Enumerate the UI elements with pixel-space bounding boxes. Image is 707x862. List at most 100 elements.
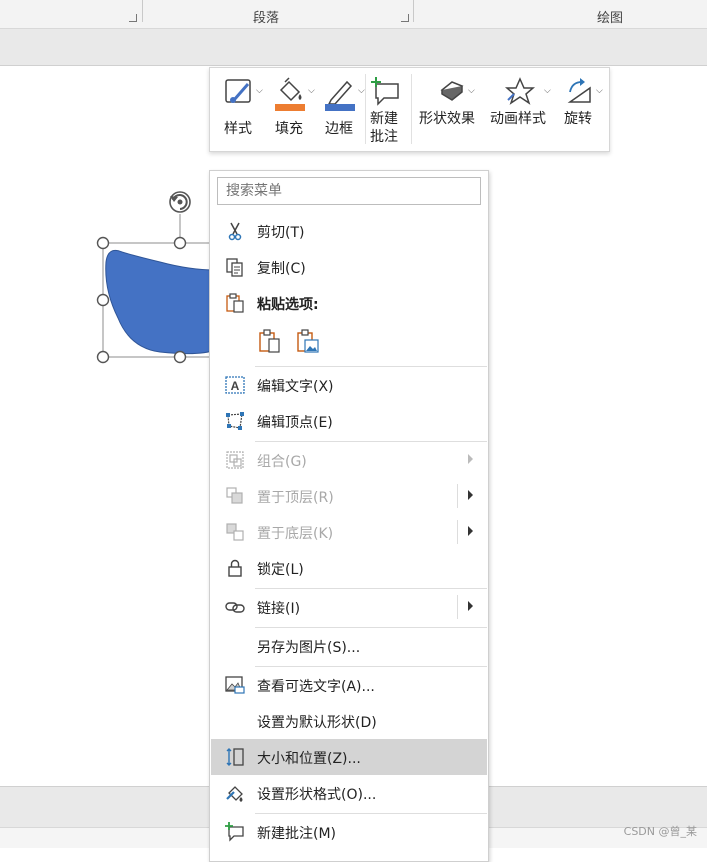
menu-item-cut[interactable]: 剪切(T) bbox=[211, 213, 487, 249]
size-position-icon bbox=[226, 748, 244, 766]
new-comment-label-line2: 批注 bbox=[370, 129, 398, 145]
paste-keep-source-button[interactable] bbox=[258, 329, 282, 355]
group-icon bbox=[226, 451, 244, 469]
ribbon-separator bbox=[413, 0, 414, 22]
new-comment-label-line1: 新建 bbox=[370, 111, 398, 127]
alt-text-icon bbox=[225, 676, 245, 694]
edit-text-icon: A bbox=[225, 376, 245, 394]
menu-item-label: 置于顶层(R) bbox=[257, 490, 334, 506]
pen-outline-icon bbox=[325, 80, 355, 111]
menu-item-label: 设置为默认形状(D) bbox=[257, 715, 377, 731]
menu-item-alt-text[interactable]: 查看可选文字(A)... bbox=[211, 667, 487, 703]
shape-effects-icon bbox=[440, 81, 464, 101]
ribbon-group-paragraph-label: 段落 bbox=[253, 11, 280, 26]
border-button[interactable]: ⌵ 边框 bbox=[320, 74, 366, 144]
menu-item-label: 链接(I) bbox=[257, 601, 301, 617]
submenu-arrow-icon bbox=[468, 454, 473, 464]
split-separator bbox=[457, 520, 458, 544]
lock-icon bbox=[228, 559, 242, 577]
menu-item-copy[interactable]: 复制(C) bbox=[211, 249, 487, 285]
svg-text:A: A bbox=[231, 379, 240, 393]
paste-keep-source-icon bbox=[259, 329, 280, 353]
new-comment-icon bbox=[371, 77, 399, 106]
ribbon-separator bbox=[142, 0, 143, 22]
chevron-down-icon: ⌵ bbox=[468, 86, 475, 96]
style-button[interactable]: ⌵ 样式 bbox=[220, 74, 263, 144]
copy-icon bbox=[226, 258, 243, 277]
animation-star-icon bbox=[504, 77, 536, 105]
menu-item-link[interactable]: 链接(I) bbox=[211, 589, 487, 625]
toolbar-separator bbox=[411, 74, 412, 144]
animation-styles-label: 动画样式 bbox=[490, 111, 546, 127]
menu-item-label: 设置形状格式(O)... bbox=[257, 787, 377, 803]
menu-item-edit-points[interactable]: 编辑顶点(E) bbox=[211, 403, 487, 439]
format-shape-icon bbox=[226, 786, 243, 802]
font-dialog-launcher-icon[interactable] bbox=[126, 11, 138, 23]
paint-bucket-icon bbox=[275, 77, 305, 111]
selected-shape[interactable] bbox=[96, 186, 226, 366]
menu-item-label: 剪切(T) bbox=[257, 225, 305, 241]
menu-item-label: 组合(G) bbox=[257, 454, 307, 470]
resize-handle-left[interactable] bbox=[96, 293, 110, 307]
menu-item-send-to-back: 置于底层(K) bbox=[211, 514, 487, 550]
mini-toolbar: ⌵ 样式 ⌵ 填充 ⌵ 边框 新建 批注 ⌵ 形状效果 ⌵ 动画样式 ⌵ 旋转 bbox=[209, 67, 610, 152]
animation-styles-button[interactable]: ⌵ 动画样式 bbox=[488, 74, 554, 134]
paste-icon bbox=[226, 293, 244, 313]
menu-item-save-as-picture[interactable]: 另存为图片(S)... bbox=[211, 628, 487, 664]
resize-handle-top-left[interactable] bbox=[96, 236, 110, 250]
edit-points-icon bbox=[226, 412, 244, 430]
chevron-down-icon: ⌵ bbox=[544, 86, 551, 96]
resize-handle-top[interactable] bbox=[173, 236, 187, 250]
new-comment-icon bbox=[225, 822, 244, 842]
ribbon-band bbox=[0, 29, 707, 66]
ribbon-group-drawing-label: 绘图 bbox=[597, 11, 624, 26]
fill-button[interactable]: ⌵ 填充 bbox=[270, 74, 316, 144]
rotate-button[interactable]: ⌵ 旋转 bbox=[560, 74, 604, 134]
shape-style-icon bbox=[225, 79, 251, 103]
watermark: CSDN @曾_某 bbox=[623, 825, 697, 838]
paste-as-picture-button[interactable] bbox=[296, 329, 320, 355]
chevron-down-icon: ⌵ bbox=[308, 86, 315, 96]
menu-item-size-position[interactable]: 大小和位置(Z)... bbox=[211, 739, 487, 775]
scissors-icon bbox=[228, 222, 242, 241]
context-menu: 剪切(T) 复制(C) 粘贴选项: bbox=[209, 170, 489, 862]
bring-to-front-icon bbox=[226, 487, 243, 504]
menu-item-edit-text[interactable]: A 编辑文字(X) bbox=[211, 367, 487, 403]
submenu-arrow-icon[interactable] bbox=[468, 490, 473, 500]
rotate-label: 旋转 bbox=[564, 111, 592, 127]
menu-item-label: 大小和位置(Z)... bbox=[257, 751, 361, 767]
menu-item-bring-to-front: 置于顶层(R) bbox=[211, 478, 487, 514]
search-menu-input[interactable] bbox=[217, 177, 481, 205]
resize-handle-bottom[interactable] bbox=[173, 350, 187, 364]
shape-effects-label: 形状效果 bbox=[419, 111, 475, 127]
new-comment-button[interactable]: 新建 批注 bbox=[368, 74, 404, 148]
shape-effects-button[interactable]: ⌵ 形状效果 bbox=[418, 74, 482, 134]
submenu-arrow-icon[interactable] bbox=[468, 526, 473, 536]
resize-handle-bottom-left[interactable] bbox=[96, 350, 110, 364]
chevron-down-icon: ⌵ bbox=[358, 86, 365, 96]
menu-item-set-default-shape[interactable]: 设置为默认形状(D) bbox=[211, 703, 487, 739]
menu-item-paste-options: 粘贴选项: bbox=[211, 285, 487, 321]
border-button-label: 边框 bbox=[325, 121, 353, 137]
menu-item-label: 新建批注(M) bbox=[257, 826, 337, 842]
submenu-arrow-icon[interactable] bbox=[468, 601, 473, 611]
menu-item-label: 复制(C) bbox=[257, 261, 306, 277]
menu-item-label: 另存为图片(S)... bbox=[257, 640, 361, 656]
paste-as-picture-icon bbox=[297, 329, 319, 353]
chevron-down-icon: ⌵ bbox=[256, 86, 263, 96]
split-separator bbox=[457, 595, 458, 619]
shape-fill[interactable] bbox=[105, 249, 216, 355]
send-to-back-icon bbox=[226, 523, 244, 541]
menu-item-label: 编辑文字(X) bbox=[257, 379, 334, 395]
menu-item-label: 置于底层(K) bbox=[257, 526, 334, 542]
menu-item-group: 组合(G) bbox=[211, 442, 487, 478]
style-button-label: 样式 bbox=[224, 121, 252, 137]
rotate-handle-icon[interactable] bbox=[169, 191, 191, 213]
chevron-down-icon: ⌵ bbox=[596, 86, 603, 96]
link-icon bbox=[225, 602, 245, 613]
menu-item-label: 编辑顶点(E) bbox=[257, 415, 333, 431]
menu-item-format-shape[interactable]: 设置形状格式(O)... bbox=[211, 775, 487, 811]
menu-item-new-comment[interactable]: 新建批注(M) bbox=[211, 814, 487, 850]
paragraph-dialog-launcher-icon[interactable] bbox=[398, 11, 410, 23]
menu-item-lock[interactable]: 锁定(L) bbox=[211, 550, 487, 586]
